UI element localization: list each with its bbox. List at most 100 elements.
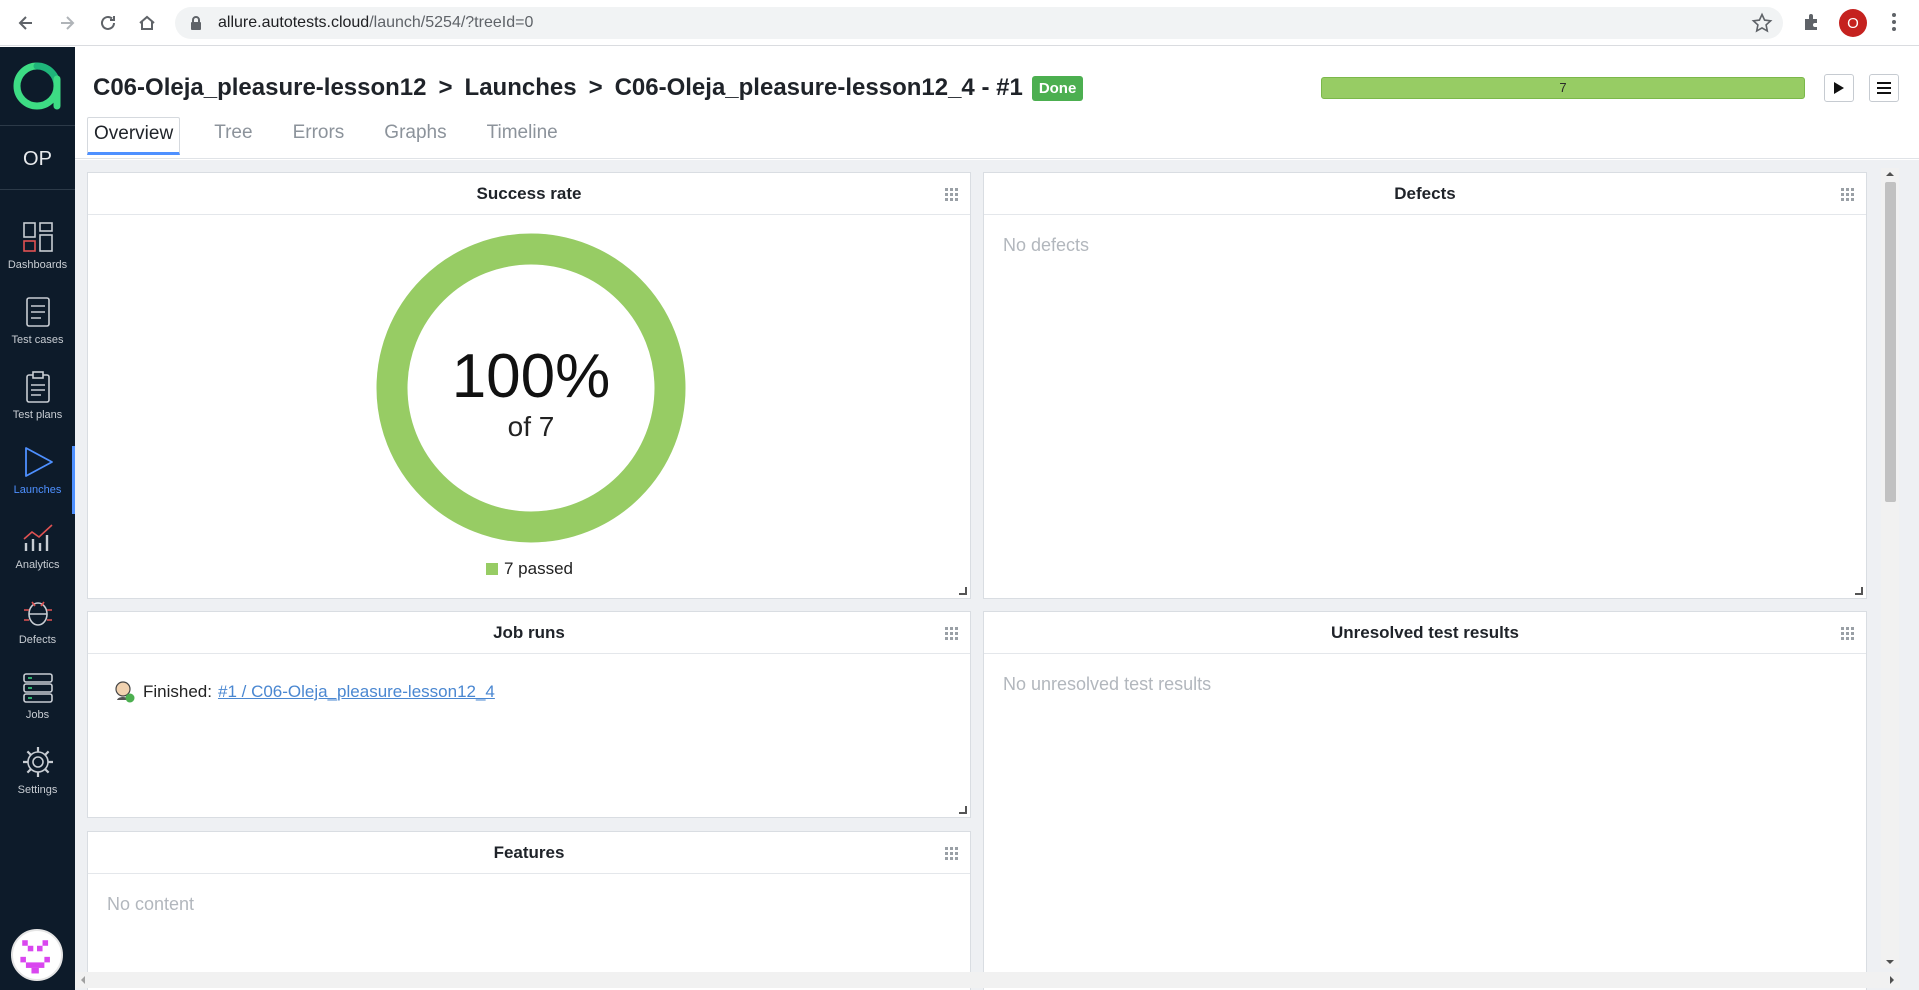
divider (0, 189, 75, 190)
chart-legend: 7 passed (486, 559, 573, 579)
sidebar-item-settings[interactable]: Settings (0, 744, 75, 816)
divider (0, 125, 75, 126)
success-rate-total: of 7 (507, 411, 555, 442)
analytics-icon (22, 524, 53, 551)
tab-graphs[interactable]: Graphs (378, 117, 452, 155)
breadcrumb: C06-Oleja_pleasure-lesson12 > Launches >… (93, 74, 1084, 102)
resize-handle-icon[interactable] (959, 806, 967, 814)
widget-title: Job runs (88, 612, 970, 654)
empty-state-text: No unresolved test results (1003, 674, 1212, 694)
url-host: allure.autotests.cloud (218, 14, 370, 31)
vertical-scrollbar[interactable] (1881, 168, 1899, 968)
test-cases-icon (25, 297, 50, 327)
user-avatar[interactable] (11, 929, 63, 981)
launch-tabs: Overview Tree Errors Graphs Timeline (87, 117, 592, 155)
sidebar-item-label: Defects (18, 634, 57, 646)
legend-swatch-passed (486, 563, 498, 575)
success-rate-widget: Success rate 100% of 7 7 passed (87, 172, 971, 599)
lock-icon (191, 16, 201, 30)
launch-menu-button[interactable] (1869, 74, 1899, 102)
sidebar-item-test-cases[interactable]: Test cases (0, 294, 75, 366)
horizontal-scrollbar[interactable] (75, 972, 1900, 988)
unresolved-results-widget: Unresolved test results No unresolved te… (983, 611, 1867, 990)
sidebar-item-label: Jobs (25, 709, 50, 721)
defects-widget: Defects No defects (983, 172, 1867, 599)
sidebar-item-defects[interactable]: Defects (0, 594, 75, 666)
project-code[interactable]: OP (0, 148, 75, 171)
run-button[interactable] (1824, 74, 1854, 102)
more-menu-icon[interactable] (1884, 11, 1904, 33)
job-runs-widget: Job runs Finished: #1 / C06-Oleja_pleasu… (87, 611, 971, 818)
address-bar[interactable]: allure.autotests.cloud/launch/5254/?tree… (175, 7, 1783, 39)
sidebar-item-launches[interactable]: Launches (0, 444, 75, 516)
widget-title: Features (88, 832, 970, 874)
user-avatar-image (20, 940, 50, 974)
tab-tree[interactable]: Tree (208, 117, 258, 155)
resize-handle-icon[interactable] (1855, 587, 1863, 595)
scroll-left-icon[interactable] (77, 972, 89, 988)
sidebar-item-dashboards[interactable]: Dashboards (0, 219, 75, 291)
settings-icon (22, 747, 53, 777)
drag-handle-icon[interactable] (1840, 626, 1854, 640)
sidebar-item-label: Test plans (12, 409, 63, 421)
resize-handle-icon[interactable] (959, 587, 967, 595)
sidebar-item-label: Launches (13, 484, 62, 496)
drag-handle-icon[interactable] (944, 187, 958, 201)
widget-title: Unresolved test results (984, 612, 1866, 654)
sidebar-item-analytics[interactable]: Analytics (0, 519, 75, 591)
status-badge: Done (1031, 75, 1084, 101)
drag-handle-icon[interactable] (1840, 187, 1854, 201)
widget-title: Defects (984, 173, 1866, 215)
launches-icon (24, 447, 53, 477)
tab-timeline[interactable]: Timeline (481, 117, 564, 155)
play-icon (1834, 82, 1844, 94)
tab-errors[interactable]: Errors (287, 117, 351, 155)
sidebar-item-test-plans[interactable]: Test plans (0, 369, 75, 441)
scrollbar-thumb[interactable] (1885, 182, 1896, 502)
breadcrumb-launches[interactable]: Launches (465, 74, 577, 102)
job-run-row: Finished: #1 / C06-Oleja_pleasure-lesson… (113, 680, 495, 704)
legend-label-passed: 7 passed (504, 559, 573, 578)
empty-state-text: No content (107, 894, 195, 914)
reload-icon[interactable] (96, 11, 120, 35)
sidebar-item-label: Dashboards (7, 259, 68, 271)
jobs-icon (22, 673, 53, 703)
sidebar-item-jobs[interactable]: Jobs (0, 669, 75, 741)
scroll-up-icon[interactable] (1881, 168, 1899, 180)
allure-logo-icon[interactable] (12, 61, 62, 111)
extensions-icon[interactable] (1801, 11, 1823, 33)
overview-content: Success rate 100% of 7 7 passed Defects … (75, 160, 1919, 990)
drag-handle-icon[interactable] (944, 626, 958, 640)
sidebar-item-label: Test cases (11, 334, 64, 346)
home-icon[interactable] (135, 11, 159, 35)
bookmark-star-icon[interactable] (1751, 12, 1773, 34)
forward-icon[interactable] (55, 11, 79, 35)
browser-toolbar: allure.autotests.cloud/launch/5254/?tree… (0, 0, 1919, 46)
test-plans-icon (25, 371, 50, 403)
success-rate-percent: 100% (451, 342, 611, 411)
job-run-link[interactable]: #1 / C06-Oleja_pleasure-lesson12_4 (218, 682, 495, 702)
page-title: C06-Oleja_pleasure-lesson12_4 - #1 (614, 74, 1023, 101)
profile-avatar[interactable]: O (1839, 9, 1867, 37)
features-widget: Features No content (87, 831, 971, 990)
sidebar-item-label: Analytics (15, 559, 60, 571)
breadcrumb-project[interactable]: C06-Oleja_pleasure-lesson12 (93, 74, 427, 102)
url-text: allure.autotests.cloud/launch/5254/?tree… (218, 14, 533, 32)
page-header: C06-Oleja_pleasure-lesson12 > Launches >… (75, 47, 1919, 159)
breadcrumb-separator: > (438, 74, 453, 101)
launch-progress-bar: 7 (1321, 77, 1805, 99)
drag-handle-icon[interactable] (944, 846, 958, 860)
scroll-right-icon[interactable] (1886, 972, 1898, 988)
jenkins-icon (115, 681, 135, 703)
back-icon[interactable] (14, 11, 38, 35)
sidebar: OP Dashboards Test cases Test plans Laun… (0, 47, 75, 990)
widget-title: Success rate (88, 173, 970, 215)
success-rate-chart: 100% of 7 (376, 233, 686, 543)
hamburger-menu-icon (1877, 82, 1891, 94)
job-run-status: Finished: (143, 682, 212, 701)
empty-state-text: No defects (1003, 235, 1090, 255)
dashboards-icon (22, 222, 53, 252)
defects-icon (23, 601, 52, 626)
tab-overview[interactable]: Overview (87, 117, 181, 155)
scroll-down-icon[interactable] (1881, 956, 1899, 968)
